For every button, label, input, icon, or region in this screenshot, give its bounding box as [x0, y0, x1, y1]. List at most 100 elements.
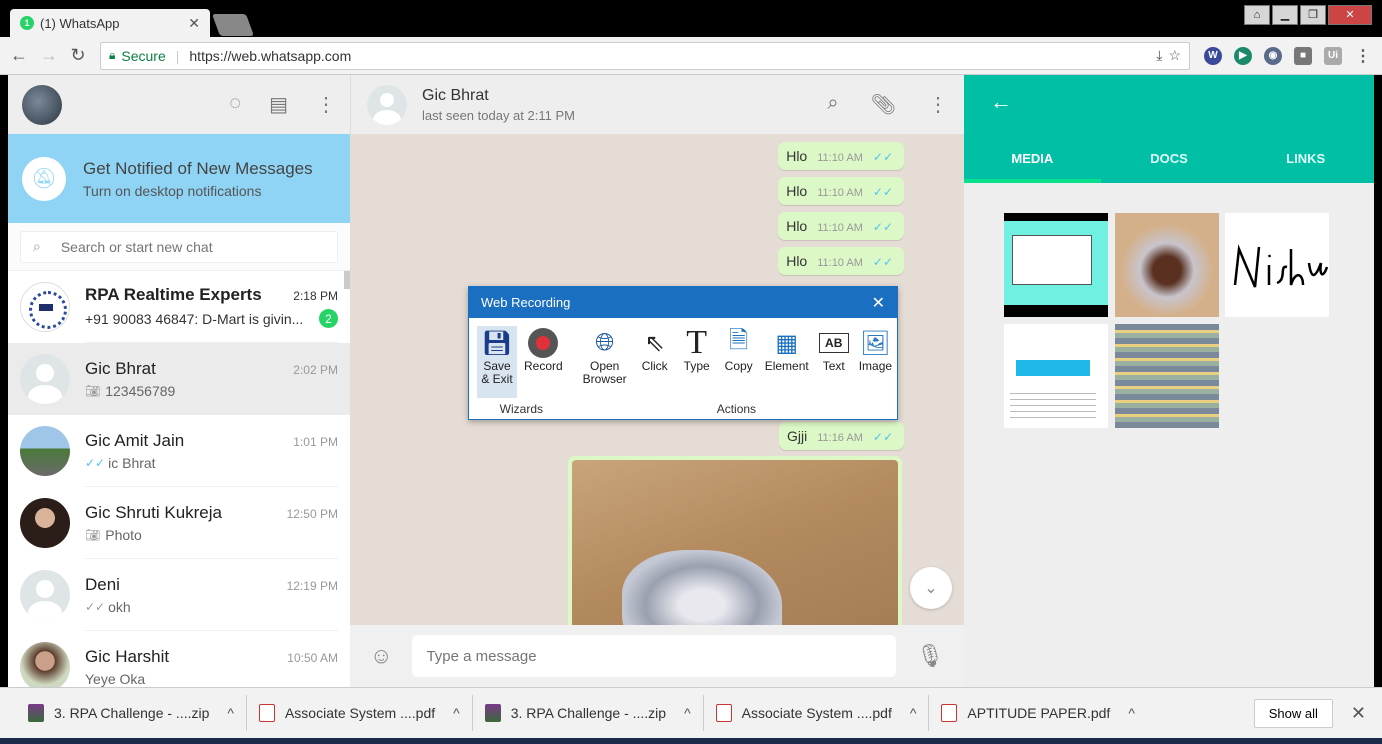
- double-check-icon: ✓✓: [85, 599, 106, 614]
- chat-last-message: okh: [108, 598, 131, 615]
- media-thumbnail[interactable]: [1115, 213, 1219, 317]
- search-icon[interactable]: ⌕: [827, 92, 838, 117]
- status-icon[interactable]: ◌: [229, 92, 241, 117]
- back-arrow-icon[interactable]: ←: [10, 45, 28, 66]
- emoji-icon[interactable]: ☺: [370, 643, 392, 669]
- download-item[interactable]: 3. RPA Challenge - ....zip ^: [16, 695, 247, 731]
- media-panel-header: ← MEDIA DOCS LINKS: [964, 75, 1374, 183]
- image-message[interactable]: [568, 456, 902, 636]
- chat-item-gic-shruti-kukreja[interactable]: Gic Shruti Kukreja 12:50 PM 📷︎ Photo: [8, 487, 350, 559]
- chevron-up-icon[interactable]: ^: [453, 705, 460, 721]
- close-icon[interactable]: ✕: [872, 293, 885, 313]
- scroll-down-icon[interactable]: ⌄: [910, 567, 952, 609]
- text-button[interactable]: AB Text: [816, 326, 852, 398]
- media-thumbnail[interactable]: [1004, 213, 1108, 317]
- show-all-button[interactable]: Show all: [1253, 698, 1333, 728]
- record-button[interactable]: Record: [521, 326, 566, 398]
- message-text: Hlo: [786, 253, 808, 269]
- image-button[interactable]: 🖼︎ Image: [856, 326, 895, 398]
- chevron-up-icon[interactable]: ^: [227, 705, 234, 721]
- extension-square-icon[interactable]: ■: [1294, 46, 1312, 65]
- message-bubble[interactable]: Hlo 11:10 AM ✓✓: [778, 247, 904, 275]
- message-photo[interactable]: [572, 460, 898, 632]
- contact-avatar[interactable]: [367, 84, 407, 125]
- menu-icon[interactable]: ⋮: [928, 92, 948, 117]
- notification-banner[interactable]: 🔕︎ Get Notified of New Messages Turn on …: [8, 134, 350, 223]
- minimize-button[interactable]: ▁: [1272, 5, 1298, 25]
- os-taskbar: [0, 738, 1382, 744]
- download-item[interactable]: 3. RPA Challenge - ....zip ^: [473, 695, 704, 731]
- conversation-header[interactable]: Gic Bhrat last seen today at 2:11 PM ⌕ 📎…: [350, 75, 964, 134]
- forward-arrow-icon[interactable]: →: [40, 45, 58, 66]
- tab-links[interactable]: LINKS: [1237, 145, 1374, 183]
- close-icon[interactable]: ✕: [1351, 703, 1366, 724]
- save-exit-button[interactable]: 💾︎ Save & Exit: [477, 326, 517, 398]
- browser-tab-whatsapp[interactable]: 1 (1) WhatsApp ✕: [10, 9, 210, 37]
- user-icon[interactable]: ⌂: [1244, 5, 1270, 25]
- message-time: 11:16 AM: [817, 432, 863, 444]
- message-time: 11:10 AM: [817, 257, 863, 269]
- download-icon[interactable]: ⤓: [1156, 47, 1162, 64]
- media-thumbnail[interactable]: [1115, 324, 1219, 428]
- back-arrow-icon[interactable]: ←: [990, 89, 1012, 115]
- chat-name: Gic Harshit: [85, 646, 170, 666]
- chevron-up-icon[interactable]: ^: [910, 705, 917, 721]
- chat-time: 12:19 PM: [286, 578, 338, 593]
- reload-icon[interactable]: ↻: [70, 45, 86, 66]
- attach-icon[interactable]: 📎︎: [871, 92, 896, 117]
- chat-item-gic-amit-jain[interactable]: Gic Amit Jain 1:01 PM ✓✓ ic Bhrat: [8, 415, 350, 487]
- download-item[interactable]: Associate System ....pdf ^: [704, 695, 930, 731]
- avatar: [20, 282, 70, 332]
- chat-item-gic-bhrat[interactable]: Gic Bhrat 2:02 PM 📷︎ 123456789: [8, 343, 350, 415]
- notification-subtitle[interactable]: Turn on desktop notifications: [83, 183, 313, 199]
- bookmark-star-icon[interactable]: ☆: [1168, 47, 1181, 64]
- extension-eye-icon[interactable]: ◉: [1264, 46, 1282, 65]
- download-item[interactable]: Associate System ....pdf ^: [247, 695, 473, 731]
- chat-name: Gic Shruti Kukreja: [85, 502, 222, 522]
- extension-w-icon[interactable]: W: [1204, 46, 1222, 65]
- close-window-button[interactable]: ✕: [1328, 5, 1372, 25]
- message-bubble[interactable]: Hlo 11:10 AM ✓✓: [778, 212, 904, 240]
- message-bubble[interactable]: Hlo 11:10 AM ✓✓: [778, 177, 904, 205]
- extension-play-icon[interactable]: ▶: [1234, 46, 1252, 65]
- double-check-icon: ✓✓: [872, 185, 893, 199]
- search-input[interactable]: [60, 238, 325, 255]
- close-tab-icon[interactable]: ✕: [188, 15, 200, 32]
- message-text: Hlo: [786, 183, 808, 199]
- open-browser-button[interactable]: 🌐︎ Open Browser: [578, 326, 632, 398]
- type-button[interactable]: T Type: [678, 324, 716, 398]
- address-toolbar: ← → ↻ 🔒︎ Secure | https://web.whatsapp.c…: [0, 37, 1382, 75]
- microphone-icon[interactable]: 🎙︎: [916, 643, 944, 669]
- message-bubble[interactable]: Gjji 11:16 AM ✓✓: [778, 422, 904, 450]
- url-bar[interactable]: 🔒︎ Secure | https://web.whatsapp.com ⤓ ☆: [100, 41, 1190, 70]
- element-button[interactable]: ▦ Element: [762, 326, 812, 398]
- message-input[interactable]: [412, 635, 897, 677]
- chrome-menu-icon[interactable]: ⋮: [1354, 47, 1372, 65]
- tab-title: (1) WhatsApp: [40, 15, 120, 31]
- avatar: [20, 498, 70, 548]
- download-item[interactable]: APTITUDE PAPER.pdf ^: [929, 695, 1146, 731]
- media-thumbnail[interactable]: [1004, 324, 1108, 428]
- chat-item-deni[interactable]: Deni 12:19 PM ✓✓ okh: [8, 559, 350, 631]
- double-check-icon: ✓✓: [872, 220, 893, 234]
- chat-item-gic-harshit[interactable]: Gic Harshit 10:50 AM Yeye Oka: [8, 631, 350, 687]
- tab-docs[interactable]: DOCS: [1101, 145, 1238, 183]
- tab-media[interactable]: MEDIA: [964, 145, 1101, 183]
- chevron-up-icon[interactable]: ^: [1128, 705, 1135, 721]
- chevron-up-icon[interactable]: ^: [684, 705, 691, 721]
- message-bubble[interactable]: Hlo 11:10 AM ✓✓: [778, 142, 904, 170]
- new-chat-icon[interactable]: ▤: [269, 92, 288, 117]
- search-icon: ⌕: [33, 238, 41, 254]
- menu-icon[interactable]: ⋮: [316, 92, 336, 117]
- maximize-button[interactable]: ❐: [1300, 5, 1326, 25]
- sidebar-header: ◌ ▤ ⋮: [8, 75, 350, 134]
- copy-button[interactable]: 🗎︎ Copy: [720, 326, 758, 398]
- search-bar: ⌕: [8, 223, 350, 271]
- click-button[interactable]: ⇖ Click: [636, 326, 674, 398]
- chat-item-rpa-realtime-experts[interactable]: RPA Realtime Experts 2:18 PM +91 90083 4…: [8, 271, 350, 343]
- my-avatar[interactable]: [22, 84, 62, 125]
- wizards-group: 💾︎ Save & Exit Record Wizards: [477, 326, 566, 419]
- new-tab-button[interactable]: [211, 14, 255, 36]
- extension-ui-icon[interactable]: Ui: [1324, 46, 1342, 65]
- signature-thumbnail[interactable]: [1225, 213, 1329, 317]
